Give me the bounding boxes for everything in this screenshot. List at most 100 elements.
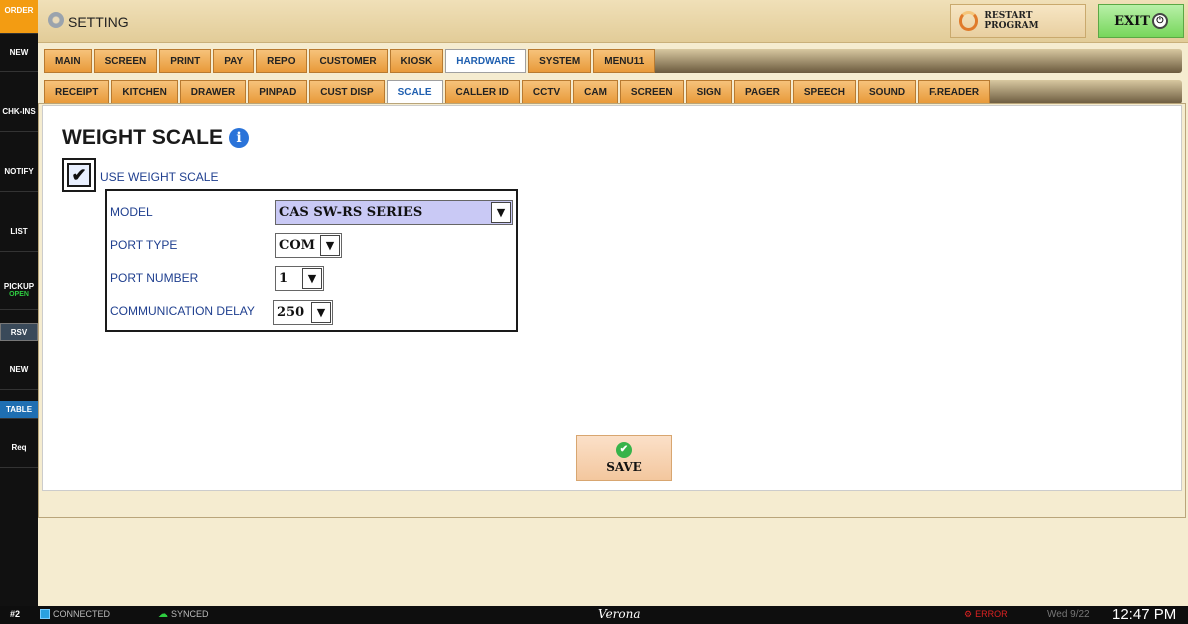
port-type-select[interactable]: COM ▼: [275, 233, 342, 258]
hardware-sub-tab-bar: RECEIPT KITCHEN DRAWER PINPAD CUST DISP SCALE…: [44, 80, 991, 104]
sync-status: ☁ SYNCED: [158, 609, 209, 619]
use-weight-scale-label: USE WEIGHT SCALE: [100, 170, 219, 184]
sidebar-item-rsv[interactable]: RSV: [0, 323, 38, 341]
sidebar-item-new[interactable]: NEW: [0, 34, 38, 72]
cloud-icon: ☁: [158, 608, 168, 620]
chevron-down-icon: ▼: [302, 268, 322, 289]
subtab-pager[interactable]: PAGER: [734, 80, 791, 104]
left-sidebar: ORDER NEW CHK-INS NOTIFY LIST PICKUP OPE…: [0, 0, 38, 606]
communication-delay-select[interactable]: 250 ▼: [273, 300, 333, 325]
sidebar-item-label: NEW: [9, 48, 29, 57]
restart-icon: [959, 11, 979, 31]
subtab-pinpad[interactable]: PINPAD: [248, 80, 308, 104]
app-window: ORDER NEW CHK-INS NOTIFY LIST PICKUP OPE…: [0, 0, 1188, 624]
save-button[interactable]: ✔ SAVE: [576, 435, 672, 481]
exit-button[interactable]: EXIT ⏻: [1098, 4, 1184, 38]
tab-main[interactable]: MAIN: [44, 49, 92, 73]
gear-icon: [48, 12, 64, 28]
sidebar-item-label: Req: [11, 443, 27, 452]
subtab-sign[interactable]: SIGN: [685, 80, 733, 104]
check-circle-icon: ✔: [616, 442, 632, 458]
sidebar-item-req[interactable]: Req: [0, 428, 38, 468]
sidebar-item-label: LIST: [10, 227, 28, 236]
chevron-down-icon: ▼: [320, 235, 340, 256]
page-title-text: WEIGHT SCALE: [62, 126, 223, 149]
error-indicator[interactable]: ⚙ ERROR: [964, 609, 1008, 620]
subtab-scale[interactable]: SCALE: [386, 80, 443, 104]
error-text: ERROR: [975, 609, 1008, 619]
save-label: SAVE: [606, 460, 642, 474]
connection-status-text: CONNECTED: [53, 609, 111, 619]
main-tabbar-track: [650, 49, 1182, 73]
tab-pay[interactable]: PAY: [213, 49, 255, 73]
restart-program-button[interactable]: RESTART PROGRAM: [950, 4, 1086, 38]
tab-kiosk[interactable]: KIOSK: [389, 49, 444, 73]
sub-tabbar-track: [966, 80, 1182, 104]
network-icon: [40, 609, 50, 619]
sidebar-item-order[interactable]: ORDER: [0, 0, 38, 34]
tab-print[interactable]: PRINT: [159, 49, 212, 73]
status-bar: #2 CONNECTED ☁ SYNCED Verona ⚙ ERROR Wed…: [0, 606, 1188, 624]
info-icon[interactable]: i: [229, 128, 249, 148]
tab-repo[interactable]: REPO: [256, 49, 307, 73]
sidebar-item-list[interactable]: LIST: [0, 212, 38, 252]
sidebar-item-new-2[interactable]: NEW: [0, 350, 38, 390]
tab-screen[interactable]: SCREEN: [93, 49, 158, 73]
subtab-cctv[interactable]: CCTV: [521, 80, 572, 104]
subtab-sound[interactable]: SOUND: [858, 80, 917, 104]
sidebar-item-label: RSV: [10, 327, 28, 337]
station-number: #2: [10, 609, 21, 619]
sidebar-item-label: PICKUP: [3, 281, 35, 291]
exit-label: EXIT: [1114, 13, 1150, 29]
sidebar-item-notify[interactable]: NOTIFY: [0, 152, 38, 192]
checkmark-icon: ✔: [67, 163, 91, 187]
subtab-receipt[interactable]: RECEIPT: [44, 80, 110, 104]
model-value: CAS SW-RS SERIES: [279, 205, 423, 220]
sync-status-text: SYNCED: [171, 609, 209, 619]
subtab-kitchen[interactable]: KITCHEN: [111, 80, 178, 104]
sidebar-item-label: CHK-INS: [2, 107, 36, 116]
restart-program-label: RESTART PROGRAM: [984, 11, 1039, 31]
page-title: WEIGHT SCALE i: [62, 126, 249, 150]
sidebar-item-label: NEW: [9, 365, 29, 374]
pickup-status-text: OPEN: [9, 290, 29, 298]
communication-delay-label: COMMUNICATION DELAY: [110, 304, 255, 318]
tab-menu11[interactable]: MENU11: [593, 49, 656, 73]
subtab-cust-disp[interactable]: CUST DISP: [309, 80, 385, 104]
window-title: SETTING: [68, 14, 129, 30]
port-number-select[interactable]: 1 ▼: [275, 266, 324, 291]
use-weight-scale-checkbox[interactable]: ✔: [62, 158, 96, 192]
error-icon: ⚙: [964, 609, 973, 619]
power-icon: ⏻: [1151, 13, 1168, 29]
status-time: 12:47 PM: [1112, 606, 1177, 623]
subtab-caller-id[interactable]: CALLER ID: [444, 80, 520, 104]
model-select[interactable]: CAS SW-RS SERIES ▼: [275, 200, 513, 225]
subtab-speech[interactable]: SPEECH: [792, 80, 856, 104]
connection-status: CONNECTED: [40, 609, 110, 619]
port-number-value: 1: [279, 271, 289, 286]
subtab-screen[interactable]: SCREEN: [619, 80, 684, 104]
port-number-label: PORT NUMBER: [110, 271, 199, 285]
port-type-value: COM: [279, 238, 316, 253]
subtab-drawer[interactable]: DRAWER: [179, 80, 247, 104]
tab-hardware[interactable]: HARDWARE: [445, 49, 527, 73]
tab-system[interactable]: SYSTEM: [528, 49, 592, 73]
subtab-f-reader[interactable]: F.READER: [918, 80, 991, 104]
sidebar-item-table[interactable]: TABLE: [0, 401, 38, 419]
sidebar-item-label: NOTIFY: [4, 167, 34, 176]
port-type-label: PORT TYPE: [110, 238, 178, 252]
store-name: Verona: [598, 607, 641, 621]
status-date: Wed 9/22: [1047, 609, 1090, 620]
tab-customer[interactable]: CUSTOMER: [308, 49, 388, 73]
sidebar-item-chk-ins[interactable]: CHK-INS: [0, 92, 38, 132]
model-label: MODEL: [110, 205, 153, 219]
subtab-cam[interactable]: CAM: [573, 80, 618, 104]
chevron-down-icon: ▼: [491, 202, 511, 223]
sidebar-item-pickup[interactable]: PICKUP OPEN: [0, 270, 38, 310]
main-tab-bar: MAIN SCREEN PRINT PAY REPO CUSTOMER KIOSK HARDW…: [44, 49, 656, 73]
sidebar-item-label: ORDER: [4, 6, 34, 15]
communication-delay-value: 250: [277, 305, 305, 320]
sidebar-item-label: TABLE: [5, 405, 33, 414]
chevron-down-icon: ▼: [311, 302, 331, 323]
title-bar: SETTING RESTART PROGRAM EXIT ⏻: [38, 0, 1188, 43]
